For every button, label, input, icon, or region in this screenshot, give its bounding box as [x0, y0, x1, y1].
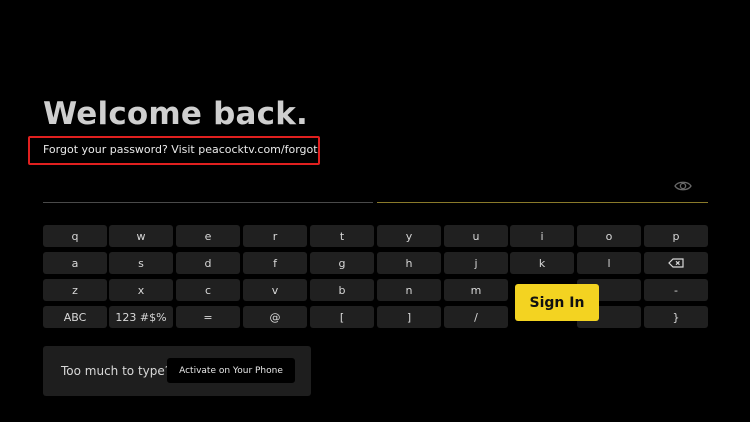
key-b[interactable]: b: [310, 279, 374, 301]
key-close-brace[interactable]: }: [644, 306, 708, 328]
key-d[interactable]: d: [176, 252, 240, 274]
key-v[interactable]: v: [243, 279, 307, 301]
key-n[interactable]: n: [377, 279, 441, 301]
key-m[interactable]: m: [444, 279, 508, 301]
page-title: Welcome back.: [43, 96, 309, 132]
key-symbols[interactable]: 123 #$%: [109, 306, 173, 328]
password-field-underline[interactable]: [377, 202, 708, 203]
key-f[interactable]: f: [243, 252, 307, 274]
key-dash[interactable]: -: [644, 279, 708, 301]
key-r[interactable]: r: [243, 225, 307, 247]
key-l[interactable]: l: [577, 252, 641, 274]
key-j[interactable]: j: [444, 252, 508, 274]
forgot-password-text[interactable]: Forgot your password? Visit peacocktv.co…: [43, 143, 318, 156]
key-h[interactable]: h: [377, 252, 441, 274]
key-a[interactable]: a: [43, 252, 107, 274]
key-backspace[interactable]: [644, 252, 708, 274]
key-o[interactable]: o: [577, 225, 641, 247]
activate-label: Too much to type?: [61, 364, 172, 378]
key-t[interactable]: t: [310, 225, 374, 247]
key-y[interactable]: y: [377, 225, 441, 247]
key-z[interactable]: z: [43, 279, 107, 301]
key-q[interactable]: q: [43, 225, 107, 247]
backspace-icon: [668, 258, 684, 268]
key-e[interactable]: e: [176, 225, 240, 247]
key-close-bracket[interactable]: ]: [377, 306, 441, 328]
eye-icon[interactable]: [674, 179, 692, 193]
key-open-bracket[interactable]: [: [310, 306, 374, 328]
sign-in-button[interactable]: Sign In: [515, 284, 599, 321]
key-p[interactable]: p: [644, 225, 708, 247]
username-field-underline: [43, 202, 373, 203]
key-s[interactable]: s: [109, 252, 173, 274]
key-at[interactable]: @: [243, 306, 307, 328]
key-u[interactable]: u: [444, 225, 508, 247]
key-slash[interactable]: /: [444, 306, 508, 328]
key-equals[interactable]: =: [176, 306, 240, 328]
activate-on-phone-button[interactable]: Activate on Your Phone: [167, 358, 295, 383]
key-c[interactable]: c: [176, 279, 240, 301]
key-abc[interactable]: ABC: [43, 306, 107, 328]
key-g[interactable]: g: [310, 252, 374, 274]
key-w[interactable]: w: [109, 225, 173, 247]
key-x[interactable]: x: [109, 279, 173, 301]
key-k[interactable]: k: [510, 252, 574, 274]
key-i[interactable]: i: [510, 225, 574, 247]
